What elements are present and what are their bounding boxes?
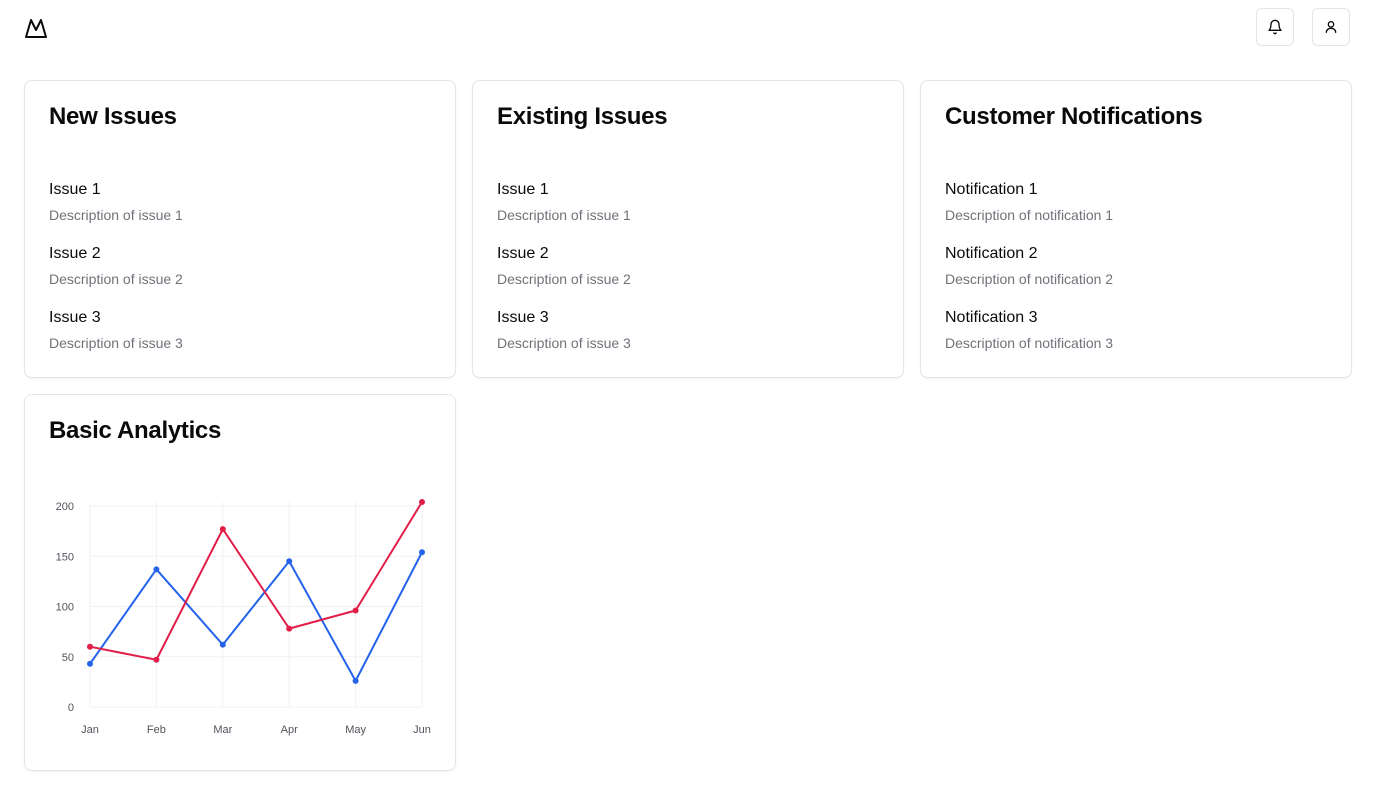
data-point xyxy=(153,566,160,573)
list-item[interactable]: Issue 1 Description of issue 1 xyxy=(497,180,631,224)
app-logo[interactable] xyxy=(24,16,48,40)
item-title: Issue 3 xyxy=(49,309,101,326)
list-item[interactable]: Issue 3 Description of issue 3 xyxy=(49,308,183,352)
x-tick-label: May xyxy=(345,724,366,736)
card-title: Customer Notifications xyxy=(945,103,1203,130)
item-description: Description of issue 1 xyxy=(497,207,631,223)
y-tick-label: 100 xyxy=(56,602,74,614)
card-title: Existing Issues xyxy=(497,103,668,130)
list-item[interactable]: Notification 3 Description of notificati… xyxy=(945,308,1113,352)
list-item[interactable]: Notification 2 Description of notificati… xyxy=(945,244,1113,288)
series-line-1 xyxy=(89,551,423,682)
y-tick-label: 50 xyxy=(62,652,74,664)
data-point xyxy=(352,677,359,684)
x-tick-label: Apr xyxy=(281,724,298,736)
item-title: Issue 1 xyxy=(49,181,101,198)
item-title: Issue 3 xyxy=(497,309,549,326)
data-point xyxy=(419,498,425,505)
card-title: New Issues xyxy=(49,103,177,130)
item-description: Description of issue 3 xyxy=(497,335,631,351)
item-description: Description of issue 2 xyxy=(497,271,631,287)
customer-notifications-card: Customer Notifications Notification 1 De… xyxy=(920,80,1352,378)
data-point xyxy=(153,656,160,663)
data-point xyxy=(286,558,293,565)
list-item[interactable]: Issue 1 Description of issue 1 xyxy=(49,180,183,224)
y-tick-label: 150 xyxy=(56,551,74,563)
notifications-button[interactable] xyxy=(1256,8,1294,46)
mountain-logo-icon xyxy=(25,19,47,38)
data-point xyxy=(87,660,93,667)
y-tick-label: 200 xyxy=(56,501,74,513)
data-point xyxy=(419,549,425,556)
item-description: Description of notification 3 xyxy=(945,335,1114,351)
item-title: Issue 1 xyxy=(497,181,549,198)
item-title: Notification 2 xyxy=(945,245,1038,262)
series-line-2 xyxy=(89,501,423,661)
x-tick-label: Feb xyxy=(147,724,166,736)
data-point xyxy=(286,625,293,632)
list-item[interactable]: Issue 2 Description of issue 2 xyxy=(497,244,631,288)
line-chart: 0 50 100 150 200 Jan Feb Mar Apr May Jun xyxy=(56,498,431,736)
item-description: Description of issue 3 xyxy=(49,335,183,351)
x-tick-label: Jan xyxy=(81,724,99,736)
item-description: Description of notification 2 xyxy=(945,271,1114,287)
item-description: Description of issue 2 xyxy=(49,271,183,287)
item-title: Issue 2 xyxy=(49,245,101,262)
y-tick-label: 0 xyxy=(68,702,74,714)
item-description: Description of issue 1 xyxy=(49,207,183,223)
item-title: Issue 2 xyxy=(497,245,549,262)
item-description: Description of notification 1 xyxy=(945,207,1114,223)
new-issues-card: New Issues Issue 1 Description of issue … xyxy=(24,80,456,378)
analytics-card: Basic Analytics 0 50 100 150 200 Jan Feb Mar Apr… xyxy=(24,394,456,771)
user-icon xyxy=(1325,21,1337,33)
x-tick-label: Mar xyxy=(213,724,232,736)
list-item[interactable]: Notification 1 Description of notificati… xyxy=(945,180,1113,224)
existing-issues-card: Existing Issues Issue 1 Description of i… xyxy=(472,80,904,378)
list-item[interactable]: Issue 2 Description of issue 2 xyxy=(49,244,183,288)
list-item[interactable]: Issue 3 Description of issue 3 xyxy=(497,308,631,352)
bell-icon xyxy=(1268,19,1282,35)
item-title: Notification 3 xyxy=(945,309,1038,326)
data-point xyxy=(87,643,93,650)
data-point xyxy=(219,641,226,648)
data-point xyxy=(352,607,359,614)
data-point xyxy=(219,526,226,533)
profile-button[interactable] xyxy=(1312,8,1350,46)
item-title: Notification 1 xyxy=(945,181,1038,198)
x-tick-label: Jun xyxy=(413,724,431,736)
